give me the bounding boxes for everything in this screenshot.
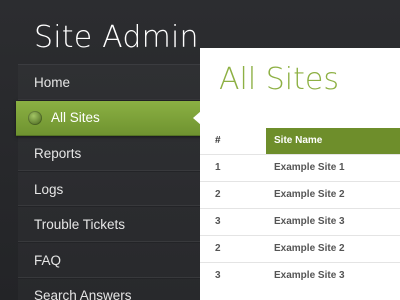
cell-site-name[interactable]: Example Site 1 (266, 153, 400, 181)
cell-site-name[interactable]: Example Site 3 (266, 261, 400, 289)
sidebar-item-search-answers[interactable]: Search Answers (18, 279, 204, 300)
table-row[interactable]: 1 Example Site 1 (200, 153, 400, 181)
sidebar-item-label: Trouble Tickets (34, 217, 126, 233)
sidebar: Home All Sites Reports Logs Trouble Tick… (16, 64, 206, 300)
app-title: Site Admin (34, 20, 199, 55)
column-header-number[interactable]: # (200, 128, 266, 154)
table-row[interactable]: 2 Example Site 2 (200, 180, 400, 208)
sidebar-item-home[interactable]: Home (18, 65, 204, 101)
cell-number: 3 (200, 207, 266, 235)
active-item-pointer (193, 111, 201, 125)
cell-site-name[interactable]: Example Site 3 (266, 207, 400, 235)
sidebar-nav: Home All Sites Reports Logs Trouble Tick… (16, 65, 206, 300)
cell-site-name[interactable]: Example Site 2 (266, 180, 400, 208)
sidebar-item-logs[interactable]: Logs (18, 172, 204, 208)
sites-table: # Site Name 1 Example Site 1 2 Example S… (200, 128, 400, 289)
table-row[interactable]: 2 Example Site 2 (200, 234, 400, 262)
table-header-row: # Site Name (200, 128, 400, 154)
sidebar-item-all-sites[interactable]: All Sites (16, 100, 206, 137)
page-title: All Sites (219, 62, 339, 97)
cell-site-name[interactable]: Example Site 2 (266, 234, 400, 262)
sidebar-item-label: Logs (34, 181, 64, 197)
table-row[interactable]: 3 Example Site 3 (200, 261, 400, 289)
sidebar-item-label: Reports (34, 145, 82, 161)
globe-icon (28, 110, 42, 125)
sidebar-item-reports[interactable]: Reports (18, 136, 204, 172)
admin-shell: Site Admin Home All Sites Reports Logs T… (0, 0, 400, 300)
sidebar-item-faq[interactable]: FAQ (18, 243, 204, 279)
sidebar-item-label: All Sites (51, 110, 100, 126)
cell-number: 2 (200, 180, 266, 208)
cell-number: 2 (200, 234, 266, 262)
cell-number: 3 (200, 261, 266, 289)
cell-number: 1 (200, 153, 266, 181)
sidebar-item-label: Home (34, 74, 71, 90)
table-row[interactable]: 3 Example Site 3 (200, 207, 400, 235)
sidebar-item-label: Search Answers (34, 288, 132, 300)
sidebar-item-label: FAQ (34, 252, 62, 268)
column-header-site-name[interactable]: Site Name (266, 128, 400, 154)
sidebar-item-trouble-tickets[interactable]: Trouble Tickets (18, 207, 204, 243)
main-panel: All Sites # Site Name 1 Example Site 1 2… (200, 48, 400, 300)
